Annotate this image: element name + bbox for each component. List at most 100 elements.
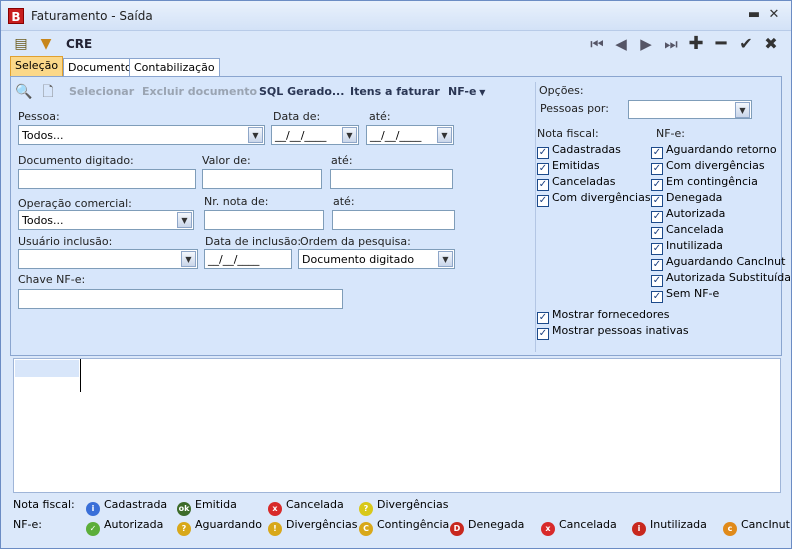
nota-fiscal-label: Nota fiscal:: [537, 127, 599, 140]
title-bar: B Faturamento - Saída ▬ ✕: [1, 1, 791, 31]
nfe-checkbox-label: Com divergências: [666, 159, 765, 172]
chevron-down-icon[interactable]: ▼: [438, 251, 453, 267]
grid-selected-cell[interactable]: [15, 360, 79, 377]
data-ate-value: __/__/____: [370, 129, 422, 142]
close-window-button[interactable]: ✕: [766, 7, 782, 22]
nfe-legend-item-2: ! Divergências: [268, 518, 357, 536]
nfe-checkbox-8[interactable]: ✓ Autorizada Substituída: [651, 271, 791, 287]
nfe-legend-item-3: C Contingência: [359, 518, 449, 536]
itens-faturar-button[interactable]: Itens a faturar: [350, 85, 440, 98]
nfe-checkbox-1[interactable]: ✓ Com divergências: [651, 159, 765, 175]
usuario-inclusao-select[interactable]: ▼: [18, 249, 198, 269]
tab-contabilizacao[interactable]: Contabilização: [129, 58, 220, 76]
nota-fiscal-checkbox-2[interactable]: ✓ Canceladas: [537, 175, 616, 191]
excluir-documento-button[interactable]: Excluir documento: [142, 85, 257, 98]
remove-icon[interactable]: ━: [711, 34, 731, 54]
extra-checkbox-label: Mostrar fornecedores: [552, 308, 670, 321]
operacao-comercial-select[interactable]: Todos... ▼: [18, 210, 194, 230]
nfe-checkbox-label: Autorizada: [666, 207, 726, 220]
ordem-pesquisa-select[interactable]: Documento digitado ▼: [298, 249, 455, 269]
chevron-down-icon[interactable]: ▼: [735, 102, 750, 118]
tab-documento[interactable]: Documento: [63, 58, 137, 76]
nfe-checkbox-label: Cancelada: [666, 223, 724, 236]
sql-gerado-button[interactable]: SQL Gerado...: [259, 85, 344, 98]
nota-legend-item-2: x Cancelada: [268, 498, 344, 516]
nfe-legend-label: Divergências: [286, 518, 358, 531]
data-inclusao-field[interactable]: __/__/____: [204, 249, 292, 269]
nfe-checkbox-3[interactable]: ✓ Denegada: [651, 191, 722, 207]
nfe-checkbox-4[interactable]: ✓ Autorizada: [651, 207, 726, 223]
valor-ate-input[interactable]: [330, 169, 453, 189]
checkmark-icon: ✓: [537, 163, 549, 175]
chave-nfe-input[interactable]: [18, 289, 343, 309]
nfe-checkbox-label: Inutilizada: [666, 239, 723, 252]
nota-fiscal-checkbox-0[interactable]: ✓ Cadastradas: [537, 143, 621, 159]
nota-legend-label: Cadastrada: [104, 498, 168, 511]
selecionar-button[interactable]: Selecionar: [69, 85, 134, 98]
nfe-checkbox-2[interactable]: ✓ Em contingência: [651, 175, 758, 191]
valor-de-input[interactable]: [202, 169, 322, 189]
nr-nota-input[interactable]: [204, 210, 324, 230]
cancel-icon[interactable]: ✖: [761, 34, 781, 54]
denied-icon: D: [450, 522, 464, 536]
nfe-checkbox-6[interactable]: ✓ Inutilizada: [651, 239, 723, 255]
calendar-dropdown-icon[interactable]: ▼: [342, 127, 357, 143]
results-grid[interactable]: [13, 358, 781, 493]
nfe-checkbox-label: Aguardando CancInut: [666, 255, 786, 268]
chevron-down-icon[interactable]: ▼: [181, 251, 196, 267]
nota-fiscal-checkbox-1[interactable]: ✓ Emitidas: [537, 159, 600, 175]
nfe-checkbox-0[interactable]: ✓ Aguardando retorno: [651, 143, 777, 159]
prev-record-icon[interactable]: ◀: [611, 34, 631, 54]
documento-digitado-input[interactable]: [18, 169, 196, 189]
nfe-legend-label: Aguardando: [195, 518, 262, 531]
nota-legend-label: Cancelada: [286, 498, 344, 511]
extra-checkbox-1[interactable]: ✓ Mostrar pessoas inativas: [537, 324, 689, 340]
checkmark-icon: ✓: [537, 147, 549, 159]
checkmark-icon: ✓: [651, 291, 663, 303]
nota-fiscal-checkbox-label: Canceladas: [552, 175, 616, 188]
nfe-legend-label: Contingência: [377, 518, 450, 531]
usuario-inclusao-label: Usuário inclusão:: [18, 235, 113, 248]
nfe-legend-label: Inutilizada: [650, 518, 707, 531]
nfe-checkbox-7[interactable]: ✓ Aguardando CancInut: [651, 255, 786, 271]
checkmark-icon: ✓: [537, 179, 549, 191]
data-ate-field[interactable]: __/__/____ ▼: [366, 125, 454, 145]
chevron-down-icon[interactable]: ▼: [177, 212, 192, 228]
options-group: Opções: Pessoas por: ▼ Nota fiscal: NF-e…: [535, 82, 791, 352]
opcoes-title: Opções:: [539, 84, 584, 97]
tab-selecao[interactable]: Seleção: [10, 56, 64, 76]
add-icon[interactable]: ✚: [686, 34, 706, 54]
calculator-icon[interactable]: ▤: [12, 35, 30, 53]
selection-panel: 🔍 🗋 Selecionar Excluir documento SQL Ger…: [10, 76, 791, 356]
extra-checkbox-0[interactable]: ✓ Mostrar fornecedores: [537, 308, 670, 324]
next-record-icon[interactable]: ▶: [636, 34, 656, 54]
data-inclusao-value: __/__/____: [208, 253, 260, 266]
nfe-checkbox-5[interactable]: ✓ Cancelada: [651, 223, 724, 239]
document-icon[interactable]: 🗋: [39, 83, 57, 101]
nfe-legend-label: Cancelada: [559, 518, 617, 531]
warning-icon: !: [268, 522, 282, 536]
chevron-down-icon[interactable]: ▼: [248, 127, 263, 143]
nota-fiscal-checkbox-3[interactable]: ✓ Com divergências: [537, 191, 651, 207]
nota-fiscal-checkbox-label: Emitidas: [552, 159, 600, 172]
nfe-checkbox-9[interactable]: ✓ Sem NF-e: [651, 287, 719, 303]
minimize-button[interactable]: ▬: [746, 7, 762, 22]
nfe-menu-button[interactable]: NF-e ▼: [448, 85, 485, 98]
pessoas-por-label: Pessoas por:: [540, 102, 609, 115]
checkmark-icon: ✓: [651, 243, 663, 255]
last-record-icon[interactable]: ⏭: [661, 34, 681, 54]
data-de-field[interactable]: __/__/____ ▼: [271, 125, 359, 145]
nfe-legend-item-1: ? Aguardando: [177, 518, 262, 536]
checkmark-icon: ✓: [651, 275, 663, 287]
calendar-dropdown-icon[interactable]: ▼: [437, 127, 452, 143]
first-record-icon[interactable]: ⏮: [587, 34, 607, 54]
search-icon[interactable]: 🔍: [15, 83, 33, 101]
nr-ate-input[interactable]: [332, 210, 455, 230]
legend-nfe-label: NF-e:: [13, 518, 42, 531]
filter-icon[interactable]: ▼: [37, 35, 55, 53]
pessoa-select[interactable]: Todos... ▼: [18, 125, 265, 145]
confirm-icon[interactable]: ✔: [736, 34, 756, 54]
nota-legend-item-0: i Cadastrada: [86, 498, 167, 516]
pessoas-por-select[interactable]: ▼: [628, 100, 752, 119]
nota-fiscal-legend: Nota fiscal: i Cadastrada ok Emitida x Cancel…: [13, 496, 792, 518]
